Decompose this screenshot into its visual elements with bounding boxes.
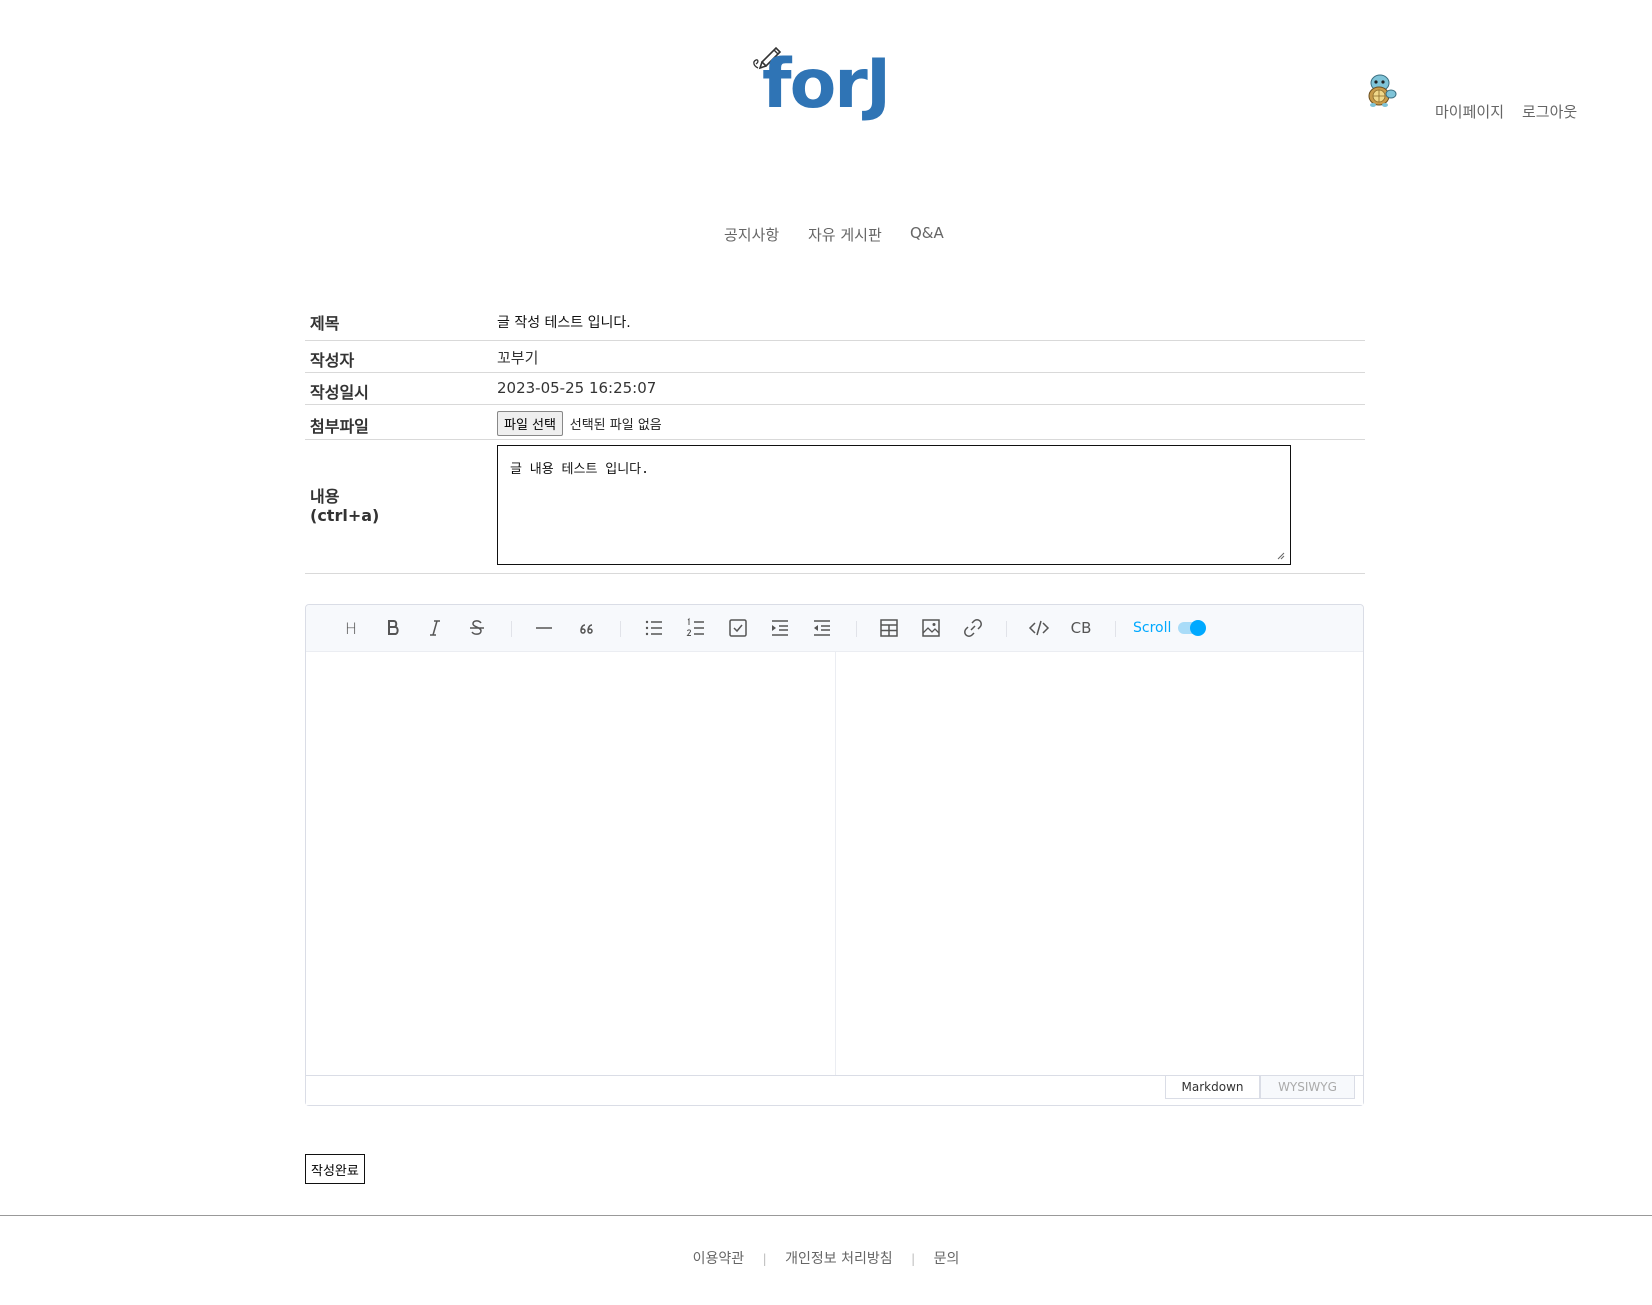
content-textarea[interactable]: 글 내용 테스트 입니다. (497, 445, 1291, 565)
codeblock-icon: CB (1070, 619, 1092, 637)
italic-icon (430, 620, 440, 636)
bold-button[interactable] (380, 615, 406, 641)
heading-button[interactable]: H (338, 615, 364, 641)
link-icon (964, 619, 982, 637)
task-list-button[interactable] (725, 615, 751, 641)
toolbar-divider (856, 621, 857, 637)
code-button[interactable] (1026, 615, 1052, 641)
author-value: 꼬부기 (497, 349, 539, 367)
hr-button[interactable] (531, 615, 557, 641)
file-select-button[interactable]: 파일 선택 (497, 411, 563, 436)
footer-separator: | (911, 1252, 916, 1266)
quote-button[interactable] (574, 615, 600, 641)
outdent-button[interactable] (809, 615, 835, 641)
avatar[interactable] (1363, 72, 1397, 108)
site-logo[interactable]: forJ (748, 42, 908, 122)
footer-contact-link[interactable]: 문의 (934, 1251, 960, 1267)
logout-link[interactable]: 로그아웃 (1522, 101, 1577, 122)
image-icon (922, 619, 940, 637)
date-row: 작성일시 2023-05-25 16:25:07 (305, 373, 1365, 405)
toolbar-divider (1006, 621, 1007, 637)
ordered-list-icon (686, 617, 704, 636)
post-form: 제목 글 작성 테스트 입니다. 작성자 꼬부기 작성일시 2023-05-25… (305, 300, 1365, 574)
resize-grip-icon[interactable] (1275, 550, 1285, 560)
footer-terms-link[interactable]: 이용약관 (693, 1251, 745, 1267)
title-label: 제목 (310, 314, 340, 333)
nav-free-board[interactable]: 자유 게시판 (808, 224, 882, 245)
file-status: 선택된 파일 없음 (569, 418, 662, 433)
bullet-list-button[interactable] (641, 615, 667, 641)
file-control: 파일 선택 선택된 파일 없음 (497, 411, 662, 436)
image-button[interactable] (918, 615, 944, 641)
link-button[interactable] (960, 615, 986, 641)
bullet-list-icon (645, 620, 662, 636)
table-button[interactable] (876, 615, 902, 641)
footer-separator: | (762, 1252, 767, 1266)
submit-button[interactable]: 작성완료 (305, 1154, 365, 1184)
ordered-list-button[interactable] (683, 615, 709, 641)
footer-privacy-link[interactable]: 개인정보 처리방침 (785, 1251, 893, 1267)
toolbar-divider (1115, 621, 1116, 637)
table-icon (880, 619, 898, 637)
title-row: 제목 글 작성 테스트 입니다. (305, 300, 1365, 341)
content-label-hint: (ctrl+a) (310, 506, 380, 525)
preview-pane (836, 652, 1363, 1077)
indent-icon (772, 620, 788, 636)
author-row: 작성자 꼬부기 (305, 341, 1365, 373)
italic-button[interactable] (422, 615, 448, 641)
nav-qa[interactable]: Q&A (910, 224, 944, 242)
footer-divider (0, 1215, 1652, 1216)
toggle-knob (1190, 620, 1206, 636)
checkbox-icon (729, 619, 747, 637)
outdent-icon (814, 620, 830, 636)
markdown-input-pane[interactable] (306, 652, 836, 1077)
strike-button[interactable] (464, 615, 490, 641)
footer: 이용약관 | 개인정보 처리방침 | 문의 (0, 1248, 1652, 1268)
date-label: 작성일시 (310, 383, 369, 402)
quote-icon (580, 624, 593, 634)
horizontal-rule-icon (536, 627, 552, 629)
file-row: 첨부파일 파일 선택 선택된 파일 없음 (305, 405, 1365, 440)
date-value: 2023-05-25 16:25:07 (497, 379, 657, 397)
toolbar-divider (620, 621, 621, 637)
toolbar-divider (511, 621, 512, 637)
editor-toolbar: H CB Scroll (306, 605, 1363, 652)
logo-text: forJ (762, 45, 891, 124)
tab-wysiwyg[interactable]: WYSIWYG (1260, 1076, 1355, 1099)
author-label: 작성자 (310, 351, 355, 370)
content-label-text: 내용 (310, 487, 340, 506)
nav-notice[interactable]: 공지사항 (724, 224, 779, 245)
strikethrough-icon (470, 620, 484, 635)
codeblock-button[interactable]: CB (1068, 615, 1094, 641)
title-input[interactable]: 글 작성 테스트 입니다. (497, 312, 631, 332)
content-row: 내용 (ctrl+a) 글 내용 테스트 입니다. (305, 440, 1365, 574)
tab-markdown[interactable]: Markdown (1165, 1076, 1260, 1099)
indent-button[interactable] (767, 615, 793, 641)
mode-switch-bar: Markdown WYSIWYG (306, 1075, 1363, 1105)
heading-icon: H (344, 618, 358, 638)
scroll-sync-toggle[interactable] (1178, 620, 1206, 636)
mypage-link[interactable]: 마이페이지 (1435, 101, 1504, 122)
bold-icon (388, 620, 399, 635)
file-label: 첨부파일 (310, 417, 369, 436)
scroll-sync-label: Scroll (1133, 620, 1172, 636)
content-label: 내용 (ctrl+a) (310, 487, 379, 525)
markdown-editor: H CB Scroll Markdown WYSIWYG (305, 604, 1364, 1106)
code-icon (1028, 620, 1050, 636)
